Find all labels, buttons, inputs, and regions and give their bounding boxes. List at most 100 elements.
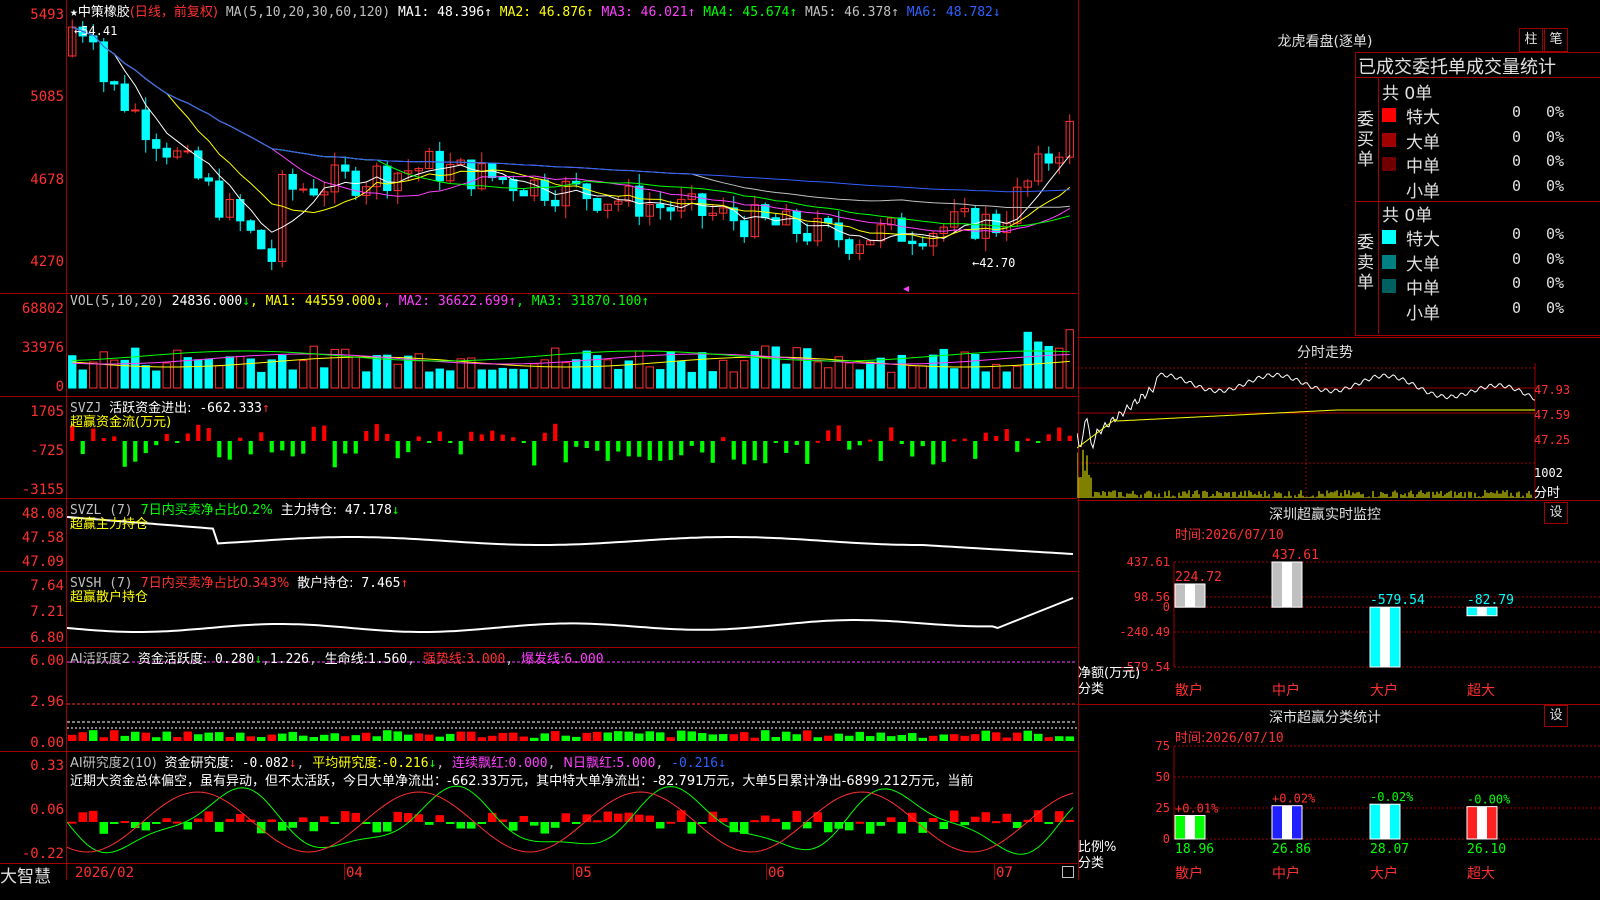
sz-class-category: 大户 <box>1370 865 1398 882</box>
flow-bar <box>889 427 894 441</box>
volume-bar <box>698 352 707 389</box>
activity-bar <box>939 734 948 741</box>
research-bar <box>236 814 245 822</box>
flow-bar <box>133 441 138 462</box>
flow-bar <box>605 441 610 461</box>
research-bar <box>971 816 980 822</box>
ma-item-4: MA4: 45.674↑ <box>695 5 798 20</box>
volume-bar <box>131 347 140 389</box>
research-bar <box>992 821 1001 824</box>
activity-bar <box>488 735 497 741</box>
intraday-chart[interactable] <box>1077 363 1600 500</box>
vol-ma-item-2: , MA2: 36622.699↑ <box>383 294 517 309</box>
research-bar <box>845 822 854 831</box>
volume-bar <box>320 367 329 389</box>
flow-bar <box>406 441 411 453</box>
volume-bar <box>803 348 812 389</box>
bar-mode-button[interactable]: 柱 <box>1519 28 1543 52</box>
flow-bar <box>1036 441 1041 443</box>
sz-class-bar-highlight <box>1282 805 1292 839</box>
research-bar <box>152 822 161 824</box>
candle-body <box>593 198 602 211</box>
research-bar <box>215 822 224 832</box>
activity-bar <box>383 730 392 741</box>
flow-bar <box>248 441 253 455</box>
activity-bar <box>782 731 791 741</box>
activity-bar <box>950 734 959 741</box>
sz-class-settings-button[interactable]: 设 <box>1544 705 1568 727</box>
volume-bar <box>1044 345 1053 389</box>
research-bar <box>1065 820 1074 823</box>
flow-bar <box>941 441 946 462</box>
flow-bar <box>1067 435 1072 441</box>
activity-bar <box>803 730 812 741</box>
flow-bar <box>143 441 148 454</box>
strong-value: 3.000 <box>466 652 506 667</box>
sz-class-pct-label: -0.02% <box>1370 790 1414 804</box>
research-bar <box>288 822 297 828</box>
sz-class-chart[interactable]: 75 50 25 0 +0.01% 18.96 散户 +0.02% 26.86 中户 -0.02% 2… <box>1077 740 1600 900</box>
life-value: 1.560 <box>368 652 408 667</box>
activity-bar <box>981 730 990 741</box>
flow-bar <box>616 441 621 452</box>
sz-class-value-label: 18.96 <box>1175 842 1214 857</box>
x-tick <box>573 864 574 880</box>
lock-icon[interactable] <box>1062 866 1074 878</box>
volume-bar <box>89 361 98 389</box>
sz-monitor-category: 大户 <box>1370 682 1398 699</box>
research-bar <box>330 822 339 824</box>
sz-monitor-settings-button[interactable]: 设 <box>1544 502 1568 524</box>
svzj-value: -662.333 <box>199 401 262 416</box>
app-logo[interactable]: 大智慧 <box>0 862 51 887</box>
color-swatch <box>1382 108 1396 122</box>
x-tick <box>994 864 995 880</box>
tick-mode-button[interactable]: 笔 <box>1544 28 1568 52</box>
activity-bar <box>666 737 675 741</box>
activity-bar <box>173 737 182 741</box>
intraday-y-label: 47.59 <box>1534 408 1571 422</box>
activity-bar <box>393 731 402 741</box>
period-label[interactable]: (日线，前复权) <box>130 5 218 20</box>
price-y-label: 4678 <box>30 172 64 188</box>
research-bar <box>551 822 560 828</box>
activity-value2: 1.226 <box>269 652 309 667</box>
activity-bar <box>246 736 255 741</box>
research-bar <box>204 811 213 822</box>
candlestick-chart[interactable] <box>67 0 1077 293</box>
activity-bar <box>1023 730 1032 741</box>
activity-bar <box>99 737 108 741</box>
sz-monitor-chart[interactable]: 437.6198.560-240.49-579.54224.72散户437.61… <box>1077 540 1600 705</box>
svzl-value: 47.178 <box>344 503 392 518</box>
activity-bar <box>572 736 581 741</box>
candle-body <box>120 83 129 111</box>
activity-bar <box>834 733 843 741</box>
activity-bar <box>341 736 350 741</box>
research-bar <box>383 822 392 832</box>
flow-bar <box>857 441 862 446</box>
svsh-y-label: 7.21 <box>30 604 64 620</box>
research-bar <box>68 821 77 824</box>
flow-bar <box>973 441 978 459</box>
flow-bar <box>794 441 799 445</box>
sell-total: 共 0单 <box>1382 206 1433 226</box>
stock-name[interactable]: 中策橡胶 <box>78 5 130 20</box>
flow-bar <box>500 434 505 441</box>
high-price-annotation: ←54.41 <box>74 24 118 38</box>
candle-body <box>918 243 927 247</box>
research-bar <box>173 821 182 824</box>
volume-bar <box>1002 371 1011 389</box>
volume-chart[interactable] <box>67 294 1077 396</box>
flow-bar <box>689 441 694 446</box>
favorite-star-icon[interactable]: ★ <box>70 5 78 20</box>
research-bar <box>645 815 654 822</box>
intraday-y-label: 47.93 <box>1534 383 1571 397</box>
burst-value: 6.000 <box>564 652 604 667</box>
volume-bar <box>824 367 833 389</box>
flow-bar <box>626 441 631 457</box>
flow-bar <box>217 441 222 458</box>
volume-bar <box>152 370 161 389</box>
order-count: 0 <box>1512 249 1522 268</box>
vol-y-label: 0 <box>55 379 64 395</box>
activity-bar <box>215 732 224 741</box>
flow-bar <box>427 441 432 443</box>
